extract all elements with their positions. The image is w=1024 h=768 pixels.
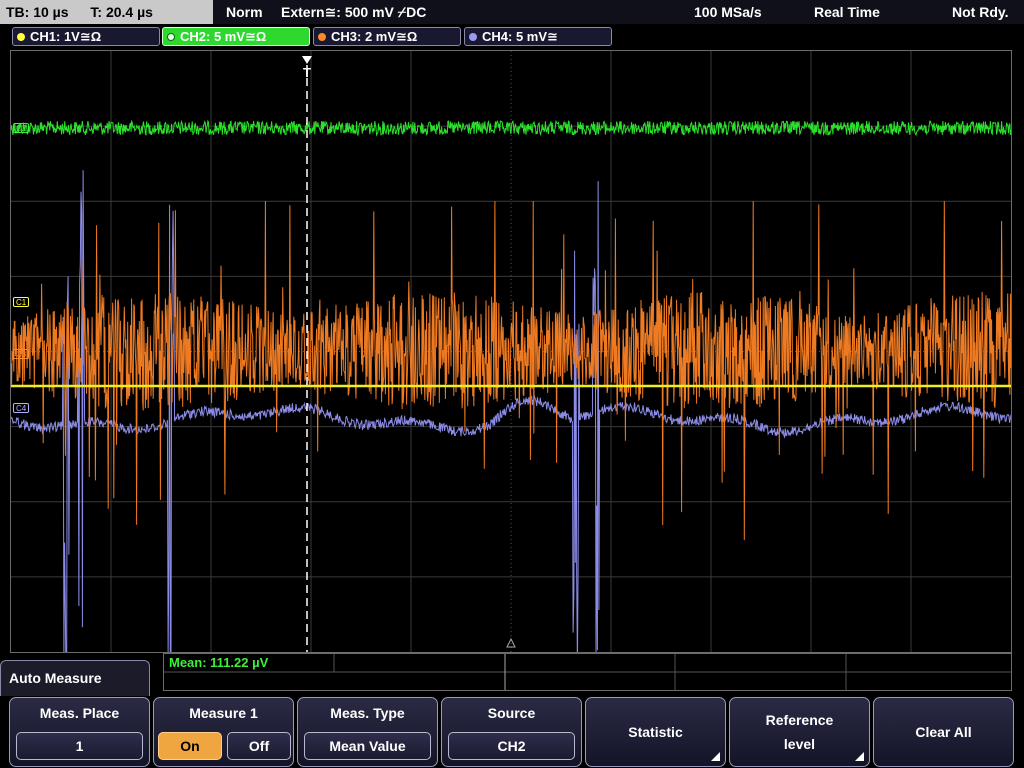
trigger-mode[interactable]: Norm [226,0,263,24]
channel-tab-ch4[interactable]: CH4: 5 mV≅ [464,27,612,46]
ch4-label: CH4: 5 mV≅ [482,29,558,44]
ch3-color-dot [318,33,326,41]
waveform-display[interactable]: T C2 C1 C3 C4 [10,50,1012,653]
meas-place-softkey[interactable]: Meas. Place 1 [9,697,150,767]
meas-type-softkey[interactable]: Meas. Type Mean Value [297,697,438,767]
measure1-softkey[interactable]: Measure 1 On Off [153,697,294,767]
ch2-color-dot [167,33,175,41]
reference-level-softkey[interactable]: Reference level [729,697,870,767]
measurement-strip [163,653,1012,691]
meas-place-value[interactable]: 1 [16,732,143,760]
ch2-label: CH2: 5 mV≅Ω [180,29,267,44]
trigger-time-value: T: 20.4 µs [90,4,153,20]
submenu-corner-icon [711,752,720,761]
ch1-offset-marker[interactable]: C1 [13,297,30,307]
channel-tab-ch3[interactable]: CH3: 2 mV≅Ω [313,27,461,46]
source-value[interactable]: CH2 [448,732,575,760]
ch4-color-dot [469,33,477,41]
measure-on-button[interactable]: On [158,732,222,760]
clear-all-label: Clear All [915,724,972,740]
ch3-offset-marker[interactable]: C3 [13,349,30,359]
acquisition-mode: Real Time [814,4,880,20]
clear-all-softkey[interactable]: Clear All [873,697,1014,767]
ch4-offset-marker[interactable]: C4 [13,403,30,413]
meas-place-label: Meas. Place [39,705,120,721]
ch1-label: CH1: 1V≅Ω [30,29,102,44]
ch3-label: CH3: 2 mV≅Ω [331,29,418,44]
sample-rate: 100 MSa/s [694,4,762,20]
measure-off-button[interactable]: Off [227,732,291,760]
timebase-box[interactable]: TB: 10 µs T: 20.4 µs [0,0,213,24]
level-label: level [783,736,816,752]
menu-title: Auto Measure [0,660,150,696]
ch2-offset-marker[interactable]: C2 [13,123,30,133]
source-softkey[interactable]: Source CH2 [441,697,582,767]
channel-tab-ch1[interactable]: CH1: 1V≅Ω [12,27,160,46]
measure1-label: Measure 1 [189,705,258,721]
submenu-corner-icon [855,752,864,761]
meas-type-label: Meas. Type [330,705,405,721]
trigger-source[interactable]: Extern≅: 500 mV ⌿DC [281,0,426,24]
reference-label: Reference [765,712,834,728]
statistic-label: Statistic [628,724,683,740]
timebase-value: TB: 10 µs [6,4,69,20]
acquisition-status: Not Rdy. [952,4,1009,20]
mean-measurement: Mean: 111.22 µV [169,655,269,670]
meas-type-value[interactable]: Mean Value [304,732,431,760]
source-label: Source [487,705,536,721]
waveform-canvas [11,51,1011,652]
channel-tab-ch2[interactable]: CH2: 5 mV≅Ω [162,27,310,46]
statistic-softkey[interactable]: Statistic [585,697,726,767]
ch1-color-dot [17,33,25,41]
trigger-marker: T [303,65,311,80]
